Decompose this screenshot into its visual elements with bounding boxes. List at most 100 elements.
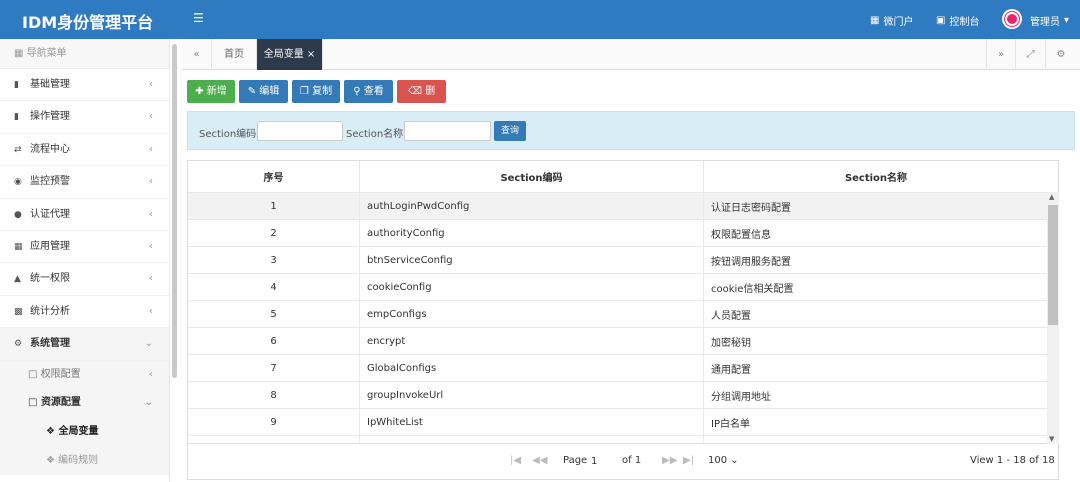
scroll-down-icon[interactable]: ▼: [1049, 435, 1054, 443]
section-name-input[interactable]: [404, 121, 491, 141]
grid-icon: ▦: [14, 241, 23, 252]
edit-icon: ✎: [247, 86, 257, 97]
table-row[interactable]: 1 authLoginPwdConfig 认证日志密码配置: [188, 193, 1048, 220]
data-table: 序号 Section编码 Section名称 1 authLoginPwdConf…: [187, 160, 1059, 444]
record-summary: View 1 - 18 of 18: [970, 455, 1055, 466]
cell-section-name: 人员配置: [711, 310, 751, 322]
sidebar-item-monitor[interactable]: ◉ 监控预警 ‹: [0, 166, 169, 199]
sidebar-item-basic[interactable]: ▮ 基础管理 ‹: [0, 69, 169, 102]
cogs-icon: ⚙: [14, 339, 23, 350]
cell-index: 8: [188, 382, 360, 408]
cell-section-name: 分组调用地址: [711, 391, 771, 403]
trash-icon: ⌫: [407, 86, 422, 97]
table-row[interactable]: 7 GlobalConfigs 通用配置: [188, 355, 1048, 382]
portal-link[interactable]: ▦ 微门户: [870, 13, 913, 28]
page-number-input[interactable]: [591, 454, 618, 468]
close-icon[interactable]: ×: [307, 49, 315, 60]
cell-section-code: GlobalConfigs: [360, 355, 704, 381]
col-header-name[interactable]: Section名称: [704, 161, 1048, 192]
copy-button[interactable]: ❐ 复制: [292, 80, 340, 103]
expand-icon: ⤢: [1026, 49, 1035, 60]
col-header-index[interactable]: 序号: [188, 161, 360, 192]
cell-section-name: 通用配置: [711, 364, 751, 376]
chevron-left-icon: ‹: [149, 111, 153, 123]
sidebar-sub-resource-config[interactable]: □ 资源配置 ⌄: [0, 388, 169, 417]
cell-index: 7: [188, 355, 360, 381]
cell-section-name: 按钮调用服务配置: [711, 256, 791, 268]
table-row[interactable]: 3 btnServiceConfig 按钮调用服务配置: [188, 247, 1048, 274]
cell-index: 6: [188, 328, 360, 354]
cell-section-code: btnServiceConfig: [360, 247, 704, 273]
plus-icon: ✚: [195, 86, 204, 97]
table-row[interactable]: 10mailConfig邮箱配置: [188, 436, 1048, 443]
sidebar-heading: ▦ 导航菜单: [0, 39, 169, 69]
table-row[interactable]: 4 cookieConfig cookie信相关配置: [188, 274, 1048, 301]
cell-section-name: 认证日志密码配置: [711, 202, 791, 214]
tab-home[interactable]: 首页: [212, 39, 257, 70]
user-menu[interactable]: 管理员 ▾: [1030, 13, 1069, 28]
table-row[interactable]: 8 groupInvokeUrl 分组调用地址: [188, 382, 1048, 409]
grid-icon: ▦: [14, 48, 24, 59]
copy-icon: ❐: [299, 86, 309, 97]
settings-button[interactable]: ⚙: [1046, 39, 1076, 70]
sidebar-leaf-global-vars[interactable]: ❖ 全局变量: [0, 416, 169, 446]
table-row[interactable]: 5 empConfigs 人员配置: [188, 301, 1048, 328]
sidebar-sub-permission-config[interactable]: □ 权限配置 ‹: [0, 360, 169, 389]
chevron-left-icon: ‹: [149, 79, 153, 90]
page-count: of 1: [622, 455, 642, 466]
tab-prev-button[interactable]: «: [182, 39, 212, 70]
page-label: Page: [563, 455, 588, 466]
cell-section-code: cookieConfig: [360, 274, 704, 300]
chevron-left-icon: ‹: [149, 305, 153, 317]
fullscreen-button[interactable]: ⤢: [1016, 39, 1046, 70]
last-page-icon[interactable]: ▶|: [683, 455, 694, 466]
avatar[interactable]: [1002, 9, 1022, 29]
hamburger-icon[interactable]: ☰: [193, 11, 204, 25]
view-button[interactable]: ⚲ 查看: [344, 80, 393, 103]
cell-section-code: mailConfig: [360, 436, 704, 443]
page-size-select[interactable]: 100 ⌄: [708, 455, 739, 466]
edit-button[interactable]: ✎ 编辑: [239, 80, 288, 103]
cell-index: 4: [188, 274, 360, 300]
add-button[interactable]: ✚ 新增: [187, 80, 235, 103]
table-row[interactable]: 6 encrypt 加密秘钥: [188, 328, 1048, 355]
chevron-down-icon: ⌄: [144, 338, 153, 350]
sidebar-item-permission[interactable]: ▲ 统一权限 ‹: [0, 263, 169, 296]
sidebar-item-apps[interactable]: ▦ 应用管理 ‹: [0, 231, 169, 264]
shuffle-icon: ⇄: [14, 144, 22, 155]
sidebar-item-stats[interactable]: ▩ 统计分析 ‹: [0, 296, 169, 329]
cell-section-name: cookie信相关配置: [711, 283, 794, 295]
sidebar-item-workflow[interactable]: ⇄ 流程中心 ‹: [0, 134, 169, 167]
book-icon: ▮: [14, 112, 19, 123]
double-left-icon: «: [193, 49, 200, 60]
table-row[interactable]: 9 IpWhiteList IP白名单: [188, 409, 1048, 436]
sidebar-item-auth-proxy[interactable]: ● 认证代理 ‹: [0, 199, 169, 231]
double-right-icon: »: [997, 49, 1005, 60]
cell-index: 1: [188, 193, 360, 219]
cell-section-name: 加密秘钥: [711, 337, 751, 349]
pagination: |◀ ◀◀ Page of 1 ▶▶ ▶| 100 ⌄ View 1 - 18 …: [187, 444, 1059, 480]
sidebar-item-operation[interactable]: ▮ 操作管理 ‹: [0, 101, 169, 134]
scroll-up-icon[interactable]: ▲: [1049, 193, 1054, 201]
sidebar-scrollbar[interactable]: [172, 44, 177, 378]
sidebar-leaf-code-rules[interactable]: ❖ 编码规则: [0, 445, 169, 475]
delete-button[interactable]: ⌫ 删除: [397, 80, 446, 120]
tab-global-vars[interactable]: 全局变量 ×: [257, 39, 323, 70]
table-scroll-thumb[interactable]: [1048, 205, 1058, 325]
tab-next-button[interactable]: »: [986, 39, 1016, 70]
table-row[interactable]: 2 authorityConfig 权限配置信息: [188, 220, 1048, 247]
first-page-icon[interactable]: |◀: [510, 455, 521, 466]
sidebar-item-system[interactable]: ⚙ 系统管理 ⌄: [0, 328, 169, 361]
chevron-down-icon: ⌄: [144, 396, 153, 408]
query-button[interactable]: 查询: [494, 121, 526, 141]
next-page-icon[interactable]: ▶▶: [662, 455, 677, 466]
console-link[interactable]: ▣ 控制台: [936, 13, 979, 28]
section-code-input[interactable]: [257, 121, 343, 141]
cell-section-name: 邮箱配置: [704, 436, 1048, 443]
chevron-left-icon: ‹: [149, 368, 153, 380]
chevron-left-icon: ‹: [149, 273, 153, 285]
col-header-code[interactable]: Section编码: [360, 161, 704, 192]
top-header: IDM身份管理平台 ☰ ▦ 微门户 ▣ 控制台 管理员 ▾: [0, 0, 1080, 39]
app-title: IDM身份管理平台: [22, 13, 154, 32]
prev-page-icon[interactable]: ◀◀: [532, 455, 547, 466]
